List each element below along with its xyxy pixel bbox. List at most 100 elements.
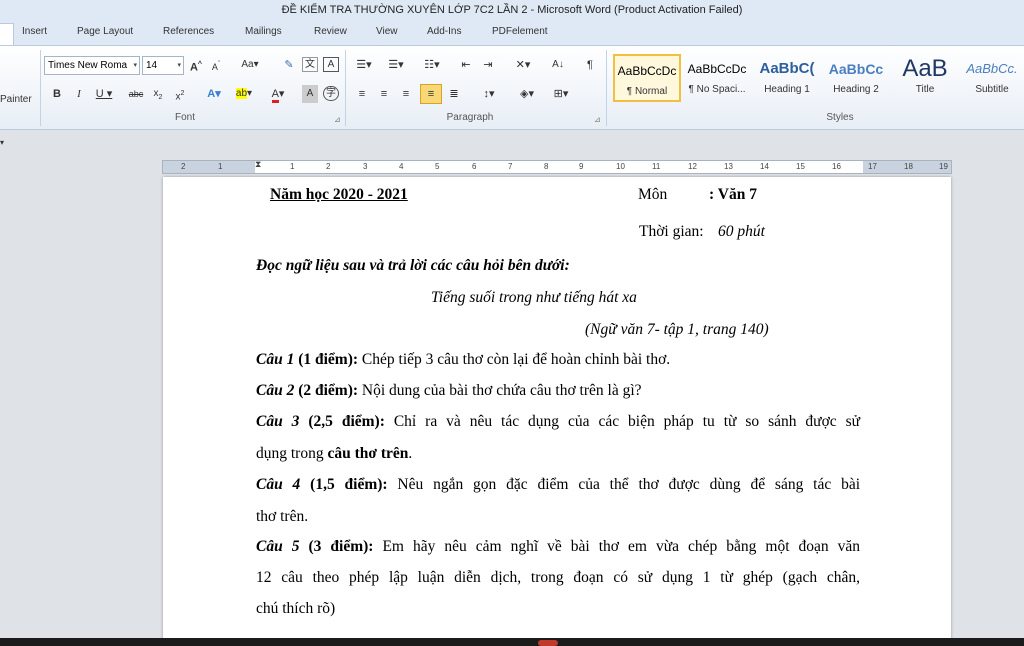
ruler-tick: 12 <box>688 162 697 171</box>
align-left-icon[interactable]: ≡ <box>354 85 370 103</box>
font-color-icon[interactable]: A▾ <box>266 85 290 103</box>
bold-icon[interactable]: B <box>50 85 64 103</box>
decrease-indent-icon[interactable]: ⇤ <box>458 56 474 74</box>
format-painter-button[interactable]: Painter <box>0 91 32 109</box>
align-right-icon[interactable]: ≡ <box>398 85 414 103</box>
tab-page-layout[interactable]: Page Layout <box>77 26 133 37</box>
question-text: Nội dung của bài thơ chứa câu thơ trên l… <box>361 382 642 399</box>
window-title: ĐỀ KIỂM TRA THƯỜNG XUYÊN LỚP 7C2 LẦN 2 -… <box>0 0 1024 21</box>
sort-icon[interactable]: A↓ <box>548 56 568 74</box>
style-preview: AaBbC( <box>759 60 815 77</box>
style-normal[interactable]: AaBbCcDc ¶ Normal <box>613 54 681 102</box>
numbering-icon[interactable]: ☰▾ <box>384 56 408 74</box>
tab-file[interactable] <box>0 23 14 45</box>
tab-references[interactable]: References <box>163 26 214 37</box>
styles-group-label: Styles <box>826 112 854 123</box>
font-group-label: Font <box>174 112 195 123</box>
justify-icon[interactable]: ≡ <box>420 84 442 104</box>
style-heading-2[interactable]: AaBbCc Heading 2 <box>822 54 890 102</box>
style-preview: AaBbCc <box>828 61 884 77</box>
font-name-value: Times New Roma <box>48 60 128 71</box>
style-title[interactable]: AaB Title <box>891 54 959 102</box>
bullets-icon[interactable]: ☰▾ <box>352 56 376 74</box>
style-name: Heading 2 <box>833 84 879 95</box>
instruction: Đọc ngữ liệu sau và trả lời các câu hỏi … <box>256 257 570 274</box>
style-name: ¶ Normal <box>626 86 668 97</box>
font-name-input[interactable]: Times New Roma ▾ <box>44 56 140 75</box>
tab-view[interactable]: View <box>376 26 398 37</box>
highlight-color-icon[interactable]: ab▾ <box>232 85 256 103</box>
character-border-icon[interactable]: A <box>323 57 339 72</box>
shading-icon[interactable]: ◈▾ <box>514 85 540 103</box>
tab-add-ins[interactable]: Add-Ins <box>427 26 461 37</box>
ruler-tick: 5 <box>435 162 440 171</box>
question-number: Câu 5 <box>256 538 300 555</box>
ribbon-tabs: Insert Page Layout References Mailings R… <box>0 21 1024 45</box>
shrink-font-icon[interactable]: Aˇ <box>208 56 224 74</box>
style-heading-1[interactable]: AaBbC( Heading 1 <box>753 54 821 102</box>
ruler-tick: 19 <box>939 162 948 171</box>
question-5: Câu 5 (3 điểm): Em hãy nêu cảm nghĩ về b… <box>256 538 860 556</box>
ruler-tick: 2 <box>326 162 331 171</box>
tab-mailings[interactable]: Mailings <box>245 26 282 37</box>
ruler-tick: 9 <box>579 162 584 171</box>
style-name: ¶ No Spaci... <box>688 84 746 95</box>
tab-insert[interactable]: Insert <box>22 26 47 37</box>
style-subtitle[interactable]: AaBbCc. Subtitle <box>960 54 1024 102</box>
chevron-down-icon[interactable]: ▾ <box>0 138 4 147</box>
clear-formatting-icon[interactable]: ✎ <box>280 56 298 74</box>
ruler-tick: 11 <box>652 162 661 171</box>
subject-label: Môn <box>638 186 668 203</box>
strikethrough-icon[interactable]: abc <box>126 85 146 103</box>
font-size-input[interactable]: 14 ▾ <box>142 56 184 75</box>
line-spacing-icon[interactable]: ↕▾ <box>476 85 502 103</box>
chevron-down-icon[interactable]: ▾ <box>133 57 137 74</box>
text-effects-icon[interactable]: A▾ <box>203 85 225 103</box>
question-5-continued-2: chú thích rõ) <box>256 600 336 617</box>
font-size-value: 14 <box>146 60 158 71</box>
indent-marker-icon[interactable]: ⧗ <box>255 159 261 170</box>
subscript-icon[interactable]: x2 <box>150 85 166 103</box>
character-shading-icon[interactable]: A <box>302 85 318 103</box>
increase-indent-icon[interactable]: ⇥ <box>480 56 496 74</box>
taskbar-app-icon[interactable] <box>538 640 558 646</box>
ruler-margin-left <box>163 161 255 173</box>
paragraph-group-label: Paragraph <box>446 112 494 123</box>
borders-icon[interactable]: ⊞▾ <box>548 85 574 103</box>
time-label: Thời gian: <box>639 223 704 240</box>
change-case-icon[interactable]: Aa▾ <box>238 56 262 74</box>
style-no-spacing[interactable]: AaBbCcDc ¶ No Spaci... <box>683 54 751 102</box>
chevron-down-icon[interactable]: ▾ <box>177 57 181 74</box>
underline-icon[interactable]: U ▾ <box>94 85 114 103</box>
style-name: Heading 1 <box>764 84 810 95</box>
enclose-characters-icon[interactable]: 字 <box>323 86 339 101</box>
horizontal-ruler[interactable]: ⧗ 2 1 1 2 3 4 5 6 7 8 9 10 11 12 13 14 1… <box>162 159 952 174</box>
ruler-tick: 6 <box>472 162 477 171</box>
document-page[interactable]: Năm học 2020 - 2021 Môn : Văn 7 Thời gia… <box>163 177 951 646</box>
time-value: 60 phút <box>718 223 765 240</box>
style-preview: AaB <box>902 55 948 82</box>
asian-layout-icon[interactable]: ✕▾ <box>510 56 536 74</box>
font-dialog-launcher-icon[interactable]: ⊿ <box>334 115 341 124</box>
ruler-tick: 10 <box>616 162 625 171</box>
paragraph-dialog-launcher-icon[interactable]: ⊿ <box>594 115 601 124</box>
question-points: (2 điểm): <box>298 382 359 399</box>
question-number: Câu 4 <box>256 476 301 493</box>
tab-review[interactable]: Review <box>314 26 347 37</box>
italic-icon[interactable]: I <box>72 85 86 103</box>
distributed-icon[interactable]: ≣ <box>446 85 462 103</box>
align-center-icon[interactable]: ≡ <box>376 85 392 103</box>
question-5-continued: 12 câu theo phép lập luận diễn dịch, tro… <box>256 569 860 586</box>
question-points: (2,5 điểm): <box>308 413 385 430</box>
tab-pdfelement[interactable]: PDFelement <box>492 26 548 37</box>
grow-font-icon[interactable]: A^ <box>188 56 204 74</box>
subject-value: : Văn 7 <box>709 186 757 203</box>
show-formatting-icon[interactable]: ¶ <box>583 56 597 74</box>
question-text: Chép tiếp 3 câu thơ còn lại để hoàn chỉn… <box>361 351 671 368</box>
phonetic-guide-icon[interactable]: 文 <box>302 57 318 72</box>
ruler-tick: 1 <box>290 162 295 171</box>
style-name: Title <box>915 84 935 95</box>
multilevel-list-icon[interactable]: ☷▾ <box>418 56 446 74</box>
superscript-icon[interactable]: x2 <box>172 85 188 103</box>
question-number: Câu 2 <box>256 382 295 399</box>
